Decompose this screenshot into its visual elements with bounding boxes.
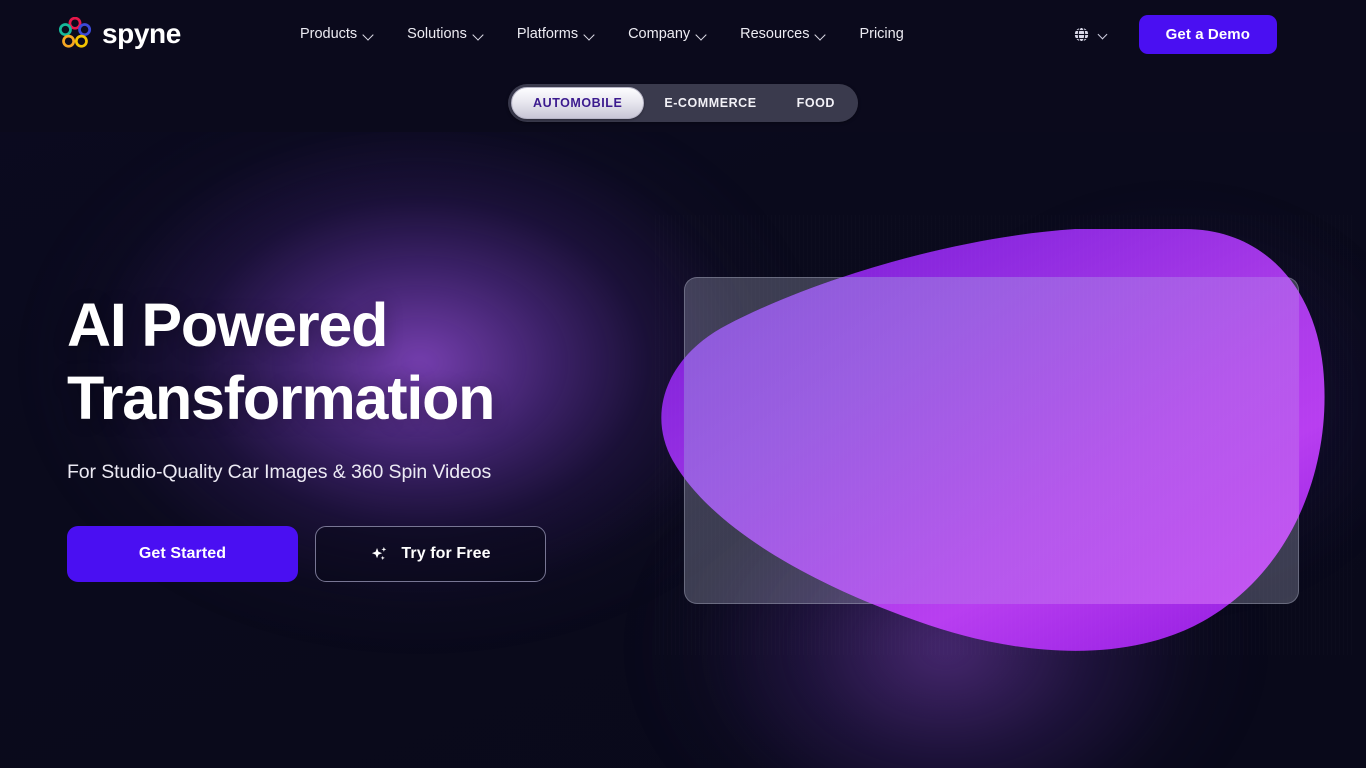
main-navbar: spyne Products Solutions Platforms Compa… bbox=[0, 0, 1366, 68]
tab-automobile[interactable]: AUTOMOBILE bbox=[511, 87, 645, 119]
spyne-clover-logo-icon bbox=[58, 17, 92, 48]
nav-item-pricing[interactable]: Pricing bbox=[843, 18, 919, 50]
hero-subtitle: For Studio-Quality Car Images & 360 Spin… bbox=[67, 461, 492, 484]
nav-item-label: Resources bbox=[740, 26, 810, 42]
globe-icon bbox=[1073, 26, 1089, 42]
get-started-button[interactable]: Get Started bbox=[67, 526, 298, 583]
page-stage: spyne Products Solutions Platforms Compa… bbox=[0, 0, 1366, 768]
chevron-down-icon bbox=[474, 31, 485, 38]
nav-item-label: Platforms bbox=[516, 26, 579, 42]
brand-name: spyne bbox=[102, 18, 181, 49]
chevron-down-icon bbox=[1099, 31, 1109, 37]
try-for-free-label: Try for Free bbox=[401, 545, 491, 563]
navbar-links: Products Solutions Platforms Company Res… bbox=[284, 18, 920, 50]
nav-item-company[interactable]: Company bbox=[612, 18, 724, 50]
tab-food[interactable]: FOOD bbox=[777, 87, 855, 119]
navbar-right-group: Get a Demo bbox=[1073, 14, 1277, 54]
try-for-free-button[interactable]: Try for Free bbox=[315, 526, 546, 583]
sparkles-icon bbox=[372, 546, 387, 560]
nav-item-resources[interactable]: Resources bbox=[724, 18, 843, 50]
nav-item-label: Solutions bbox=[407, 26, 467, 42]
nav-item-platforms[interactable]: Platforms bbox=[501, 18, 612, 50]
brand-logo[interactable]: spyne bbox=[57, 17, 181, 51]
media-placeholder-card[interactable] bbox=[684, 277, 1299, 604]
chevron-down-icon bbox=[697, 31, 708, 38]
hero-content: AI Powered Transformation For Studio-Qua… bbox=[67, 289, 627, 583]
chevron-down-icon bbox=[364, 31, 375, 38]
page-title: AI Powered Transformation bbox=[67, 291, 495, 432]
language-selector[interactable] bbox=[1073, 26, 1109, 43]
hero-cta-row: Get Started Try for Free bbox=[67, 526, 627, 583]
hero-visual bbox=[655, 215, 1355, 655]
chevron-down-icon bbox=[816, 31, 827, 38]
nav-item-products[interactable]: Products bbox=[284, 18, 391, 50]
tab-ecommerce[interactable]: E-COMMERCE bbox=[644, 87, 776, 119]
nav-item-label: Products bbox=[299, 26, 358, 42]
industry-segmented-control: AUTOMOBILE E-COMMERCE FOOD bbox=[508, 84, 858, 122]
nav-item-label: Company bbox=[628, 26, 691, 42]
chevron-down-icon bbox=[585, 31, 596, 38]
get-a-demo-button[interactable]: Get a Demo bbox=[1138, 14, 1277, 54]
nav-item-label: Pricing bbox=[859, 26, 904, 42]
nav-item-solutions[interactable]: Solutions bbox=[391, 18, 501, 50]
